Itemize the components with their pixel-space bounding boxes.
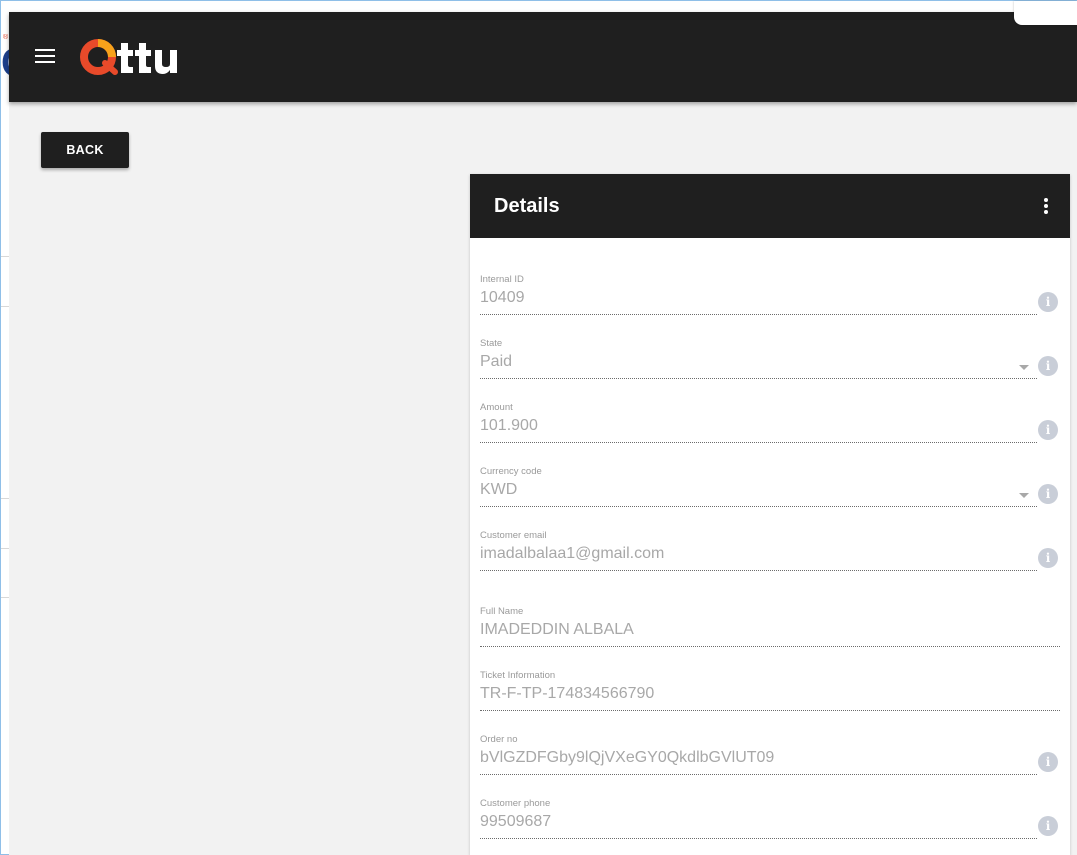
field-underline	[480, 646, 1060, 647]
info-icon[interactable]: i	[1038, 752, 1058, 772]
details-card: Details Internal ID 10409 i State Paid i…	[470, 174, 1070, 855]
field-underline	[480, 314, 1037, 315]
background-page-strip: ® C	[1, 1, 9, 854]
field-order-no[interactable]: Order no bVlGZDFGby9lQjVXeGY0QkdlbGVlUT0…	[480, 734, 1060, 784]
details-card-header: Details	[470, 174, 1070, 238]
field-value: bVlGZDFGby9lQjVXeGY0QkdlbGVlUT09	[480, 749, 775, 766]
field-value: 10409	[480, 289, 525, 306]
field-value: IMADEDDIN ALBALA	[480, 621, 634, 638]
field-underline	[480, 506, 1037, 507]
field-label: Customer phone	[480, 798, 551, 809]
field-full-name[interactable]: Full Name IMADEDDIN ALBALA	[480, 606, 1060, 656]
more-vert-icon[interactable]	[1036, 196, 1056, 216]
top-app-bar	[9, 12, 1077, 102]
field-state[interactable]: State Paid i	[480, 338, 1060, 388]
app-container: BACK Details Internal ID 10409 i State P…	[9, 12, 1077, 855]
field-currency-code[interactable]: Currency code KWD i	[480, 466, 1060, 516]
field-underline	[480, 378, 1037, 379]
field-amount[interactable]: Amount 101.900 i	[480, 402, 1060, 452]
field-value: 99509687	[480, 813, 552, 830]
field-value: TR-F-TP-174834566790	[480, 685, 655, 702]
divider	[1, 597, 9, 598]
field-underline	[480, 838, 1037, 839]
background-logo-fragment: C	[1, 43, 9, 87]
field-label: Internal ID	[480, 274, 524, 285]
info-icon[interactable]: i	[1038, 816, 1058, 836]
divider	[1, 256, 9, 257]
info-icon[interactable]: i	[1038, 420, 1058, 440]
field-label: Order no	[480, 734, 518, 745]
divider	[1, 498, 9, 499]
divider	[1, 548, 9, 549]
field-underline	[480, 710, 1060, 711]
info-icon[interactable]: i	[1038, 548, 1058, 568]
info-icon[interactable]: i	[1038, 292, 1058, 312]
field-label: Amount	[480, 402, 513, 413]
info-icon[interactable]: i	[1038, 484, 1058, 504]
field-value: Paid	[480, 353, 513, 370]
field-value: 101.900	[480, 417, 538, 434]
field-value: KWD	[480, 481, 518, 498]
field-label: Full Name	[480, 606, 524, 617]
field-underline	[480, 442, 1037, 443]
dropdown-arrow-icon[interactable]	[1019, 493, 1029, 498]
back-button[interactable]: BACK	[41, 132, 129, 168]
divider	[1, 306, 9, 307]
field-label: Customer email	[480, 530, 547, 541]
field-customer-phone[interactable]: Customer phone 99509687 i	[480, 798, 1060, 848]
field-ticket-information[interactable]: Ticket Information TR-F-TP-174834566790	[480, 670, 1060, 720]
field-label: State	[480, 338, 503, 349]
field-underline	[480, 570, 1037, 571]
hamburger-menu-icon[interactable]	[35, 49, 55, 65]
details-title: Details	[494, 195, 560, 217]
ottu-logo[interactable]	[79, 36, 195, 80]
info-icon[interactable]: i	[1038, 356, 1058, 376]
dropdown-arrow-icon[interactable]	[1019, 365, 1029, 370]
field-underline	[480, 774, 1037, 775]
field-customer-email[interactable]: Customer email imadalbalaa1@gmail.com i	[480, 530, 1060, 580]
corner-popover	[1014, 1, 1077, 25]
field-internal-id[interactable]: Internal ID 10409 i	[480, 274, 1060, 324]
field-label: Ticket Information	[480, 670, 556, 681]
field-label: Currency code	[480, 466, 542, 477]
field-value: imadalbalaa1@gmail.com	[480, 545, 665, 562]
